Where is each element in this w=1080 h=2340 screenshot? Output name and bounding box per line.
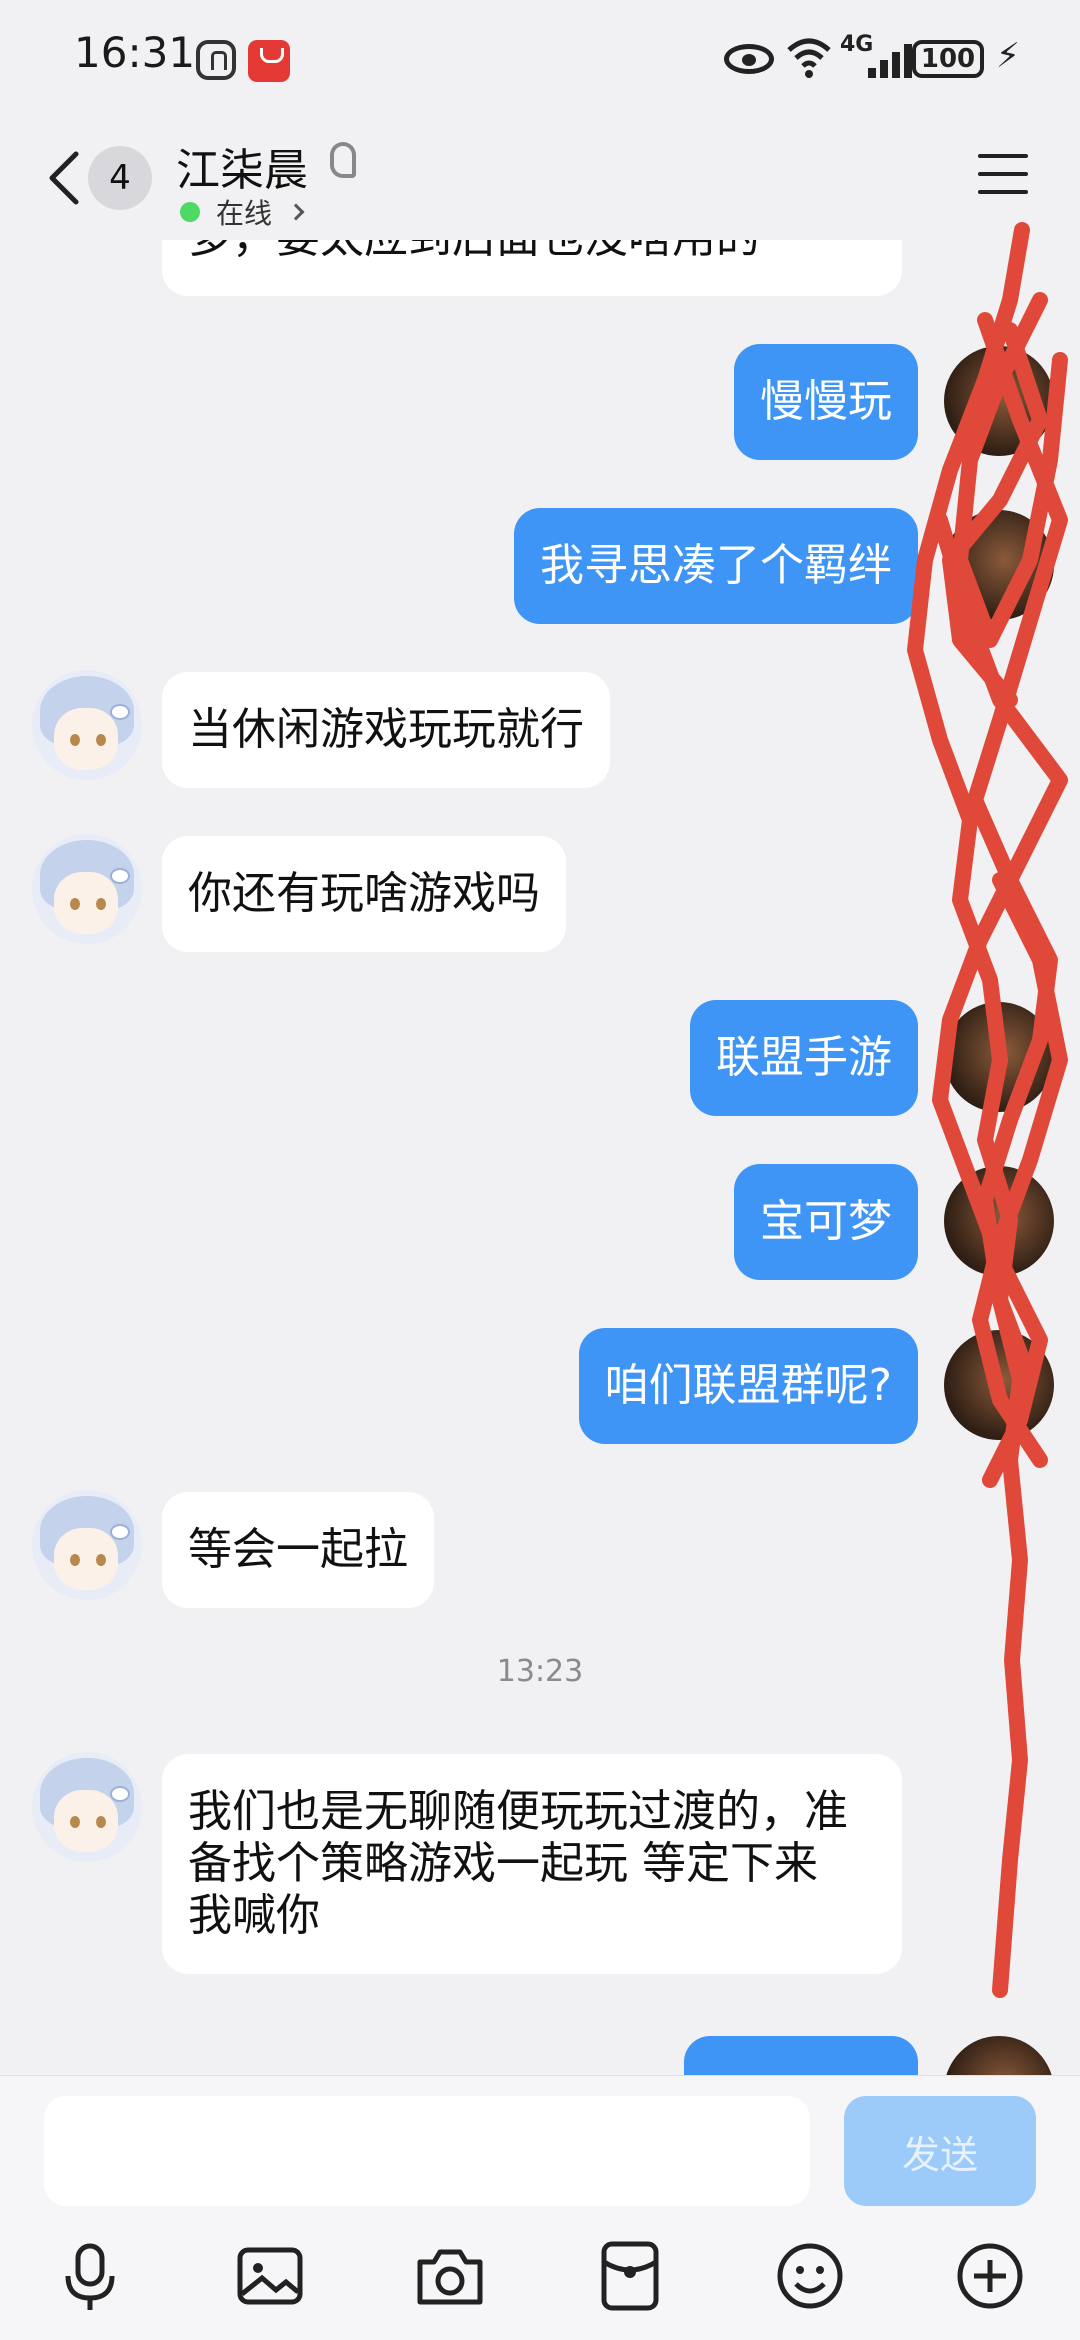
message-bubble-incoming[interactable]: 多，要太应到后面也没啥用的 — [162, 240, 902, 296]
message-line: 我们也是无聊随便玩玩过渡的，准 — [188, 1786, 848, 1837]
chevron-right-icon[interactable] — [287, 203, 305, 221]
charging-icon: ⚡ — [996, 36, 1020, 76]
wifi-icon — [787, 38, 831, 78]
my-avatar[interactable] — [944, 510, 1054, 620]
battery-icon: 100 — [912, 40, 984, 78]
contact-avatar[interactable] — [32, 670, 142, 780]
eye-comfort-icon — [724, 44, 774, 74]
status-bar: 16:31 4G 100 ⚡ — [0, 0, 1080, 120]
input-bar: 发送 — [0, 2075, 1080, 2340]
my-avatar[interactable] — [944, 346, 1054, 456]
contact-name[interactable]: 江柒晨 — [176, 134, 308, 198]
gesture-hand-icon — [196, 40, 236, 80]
message-input[interactable] — [44, 2096, 810, 2206]
message-bubble-outgoing[interactable]: 咱们联盟群呢? — [578, 1328, 918, 1444]
menu-icon[interactable] — [978, 154, 1028, 194]
plus-icon[interactable] — [950, 2236, 1030, 2316]
huawei-app-icon — [248, 40, 290, 82]
my-avatar[interactable] — [944, 1166, 1054, 1276]
message-bubble-incoming[interactable]: 我们也是无聊随便玩玩过渡的，准 备找个策略游戏一起玩 等定下来 我喊你 — [162, 1754, 902, 1974]
message-bubble-outgoing[interactable]: 我寻思凑了个羁绊 — [514, 508, 918, 624]
message-line: 我喊你 — [188, 1890, 320, 1941]
message-list[interactable]: 多，要太应到后面也没啥用的 慢慢玩 我寻思凑了个羁绊 当休闲游戏玩玩就行 你还有… — [0, 240, 1080, 2075]
image-icon[interactable] — [230, 2236, 310, 2316]
microphone-icon[interactable] — [50, 2236, 130, 2316]
message-bubble-incoming[interactable]: 当休闲游戏玩玩就行 — [162, 672, 610, 788]
ear-icon[interactable] — [330, 142, 356, 178]
message-timestamp: 13:23 — [496, 1654, 584, 1689]
chat-header: 4 江柒晨 在线 — [0, 120, 1080, 240]
emoji-icon[interactable] — [770, 2236, 850, 2316]
message-bubble-outgoing[interactable] — [684, 2036, 918, 2075]
message-bubble-outgoing[interactable]: 宝可梦 — [734, 1164, 918, 1280]
camera-icon[interactable] — [410, 2236, 490, 2316]
send-button[interactable]: 发送 — [844, 2096, 1036, 2206]
message-bubble-outgoing[interactable]: 联盟手游 — [690, 1000, 918, 1116]
message-bubble-incoming[interactable]: 等会一起拉 — [162, 1492, 434, 1608]
message-bubble-incoming[interactable]: 你还有玩啥游戏吗 — [162, 836, 566, 952]
contact-avatar[interactable] — [32, 1752, 142, 1862]
status-time: 16:31 — [74, 28, 196, 77]
message-line: 备找个策略游戏一起玩 等定下来 — [188, 1838, 818, 1889]
my-avatar[interactable] — [944, 2036, 1054, 2075]
contact-avatar[interactable] — [32, 834, 142, 944]
message-bubble-outgoing[interactable]: 慢慢玩 — [734, 344, 918, 460]
my-avatar[interactable] — [944, 1330, 1054, 1440]
back-arrow-icon[interactable] — [44, 150, 84, 206]
red-packet-icon[interactable] — [590, 2236, 670, 2316]
online-status-dot — [180, 202, 200, 222]
online-status-label[interactable]: 在线 — [216, 192, 272, 232]
my-avatar[interactable] — [944, 1002, 1054, 1112]
contact-avatar[interactable] — [32, 1490, 142, 1600]
unread-count-badge[interactable]: 4 — [88, 146, 152, 210]
